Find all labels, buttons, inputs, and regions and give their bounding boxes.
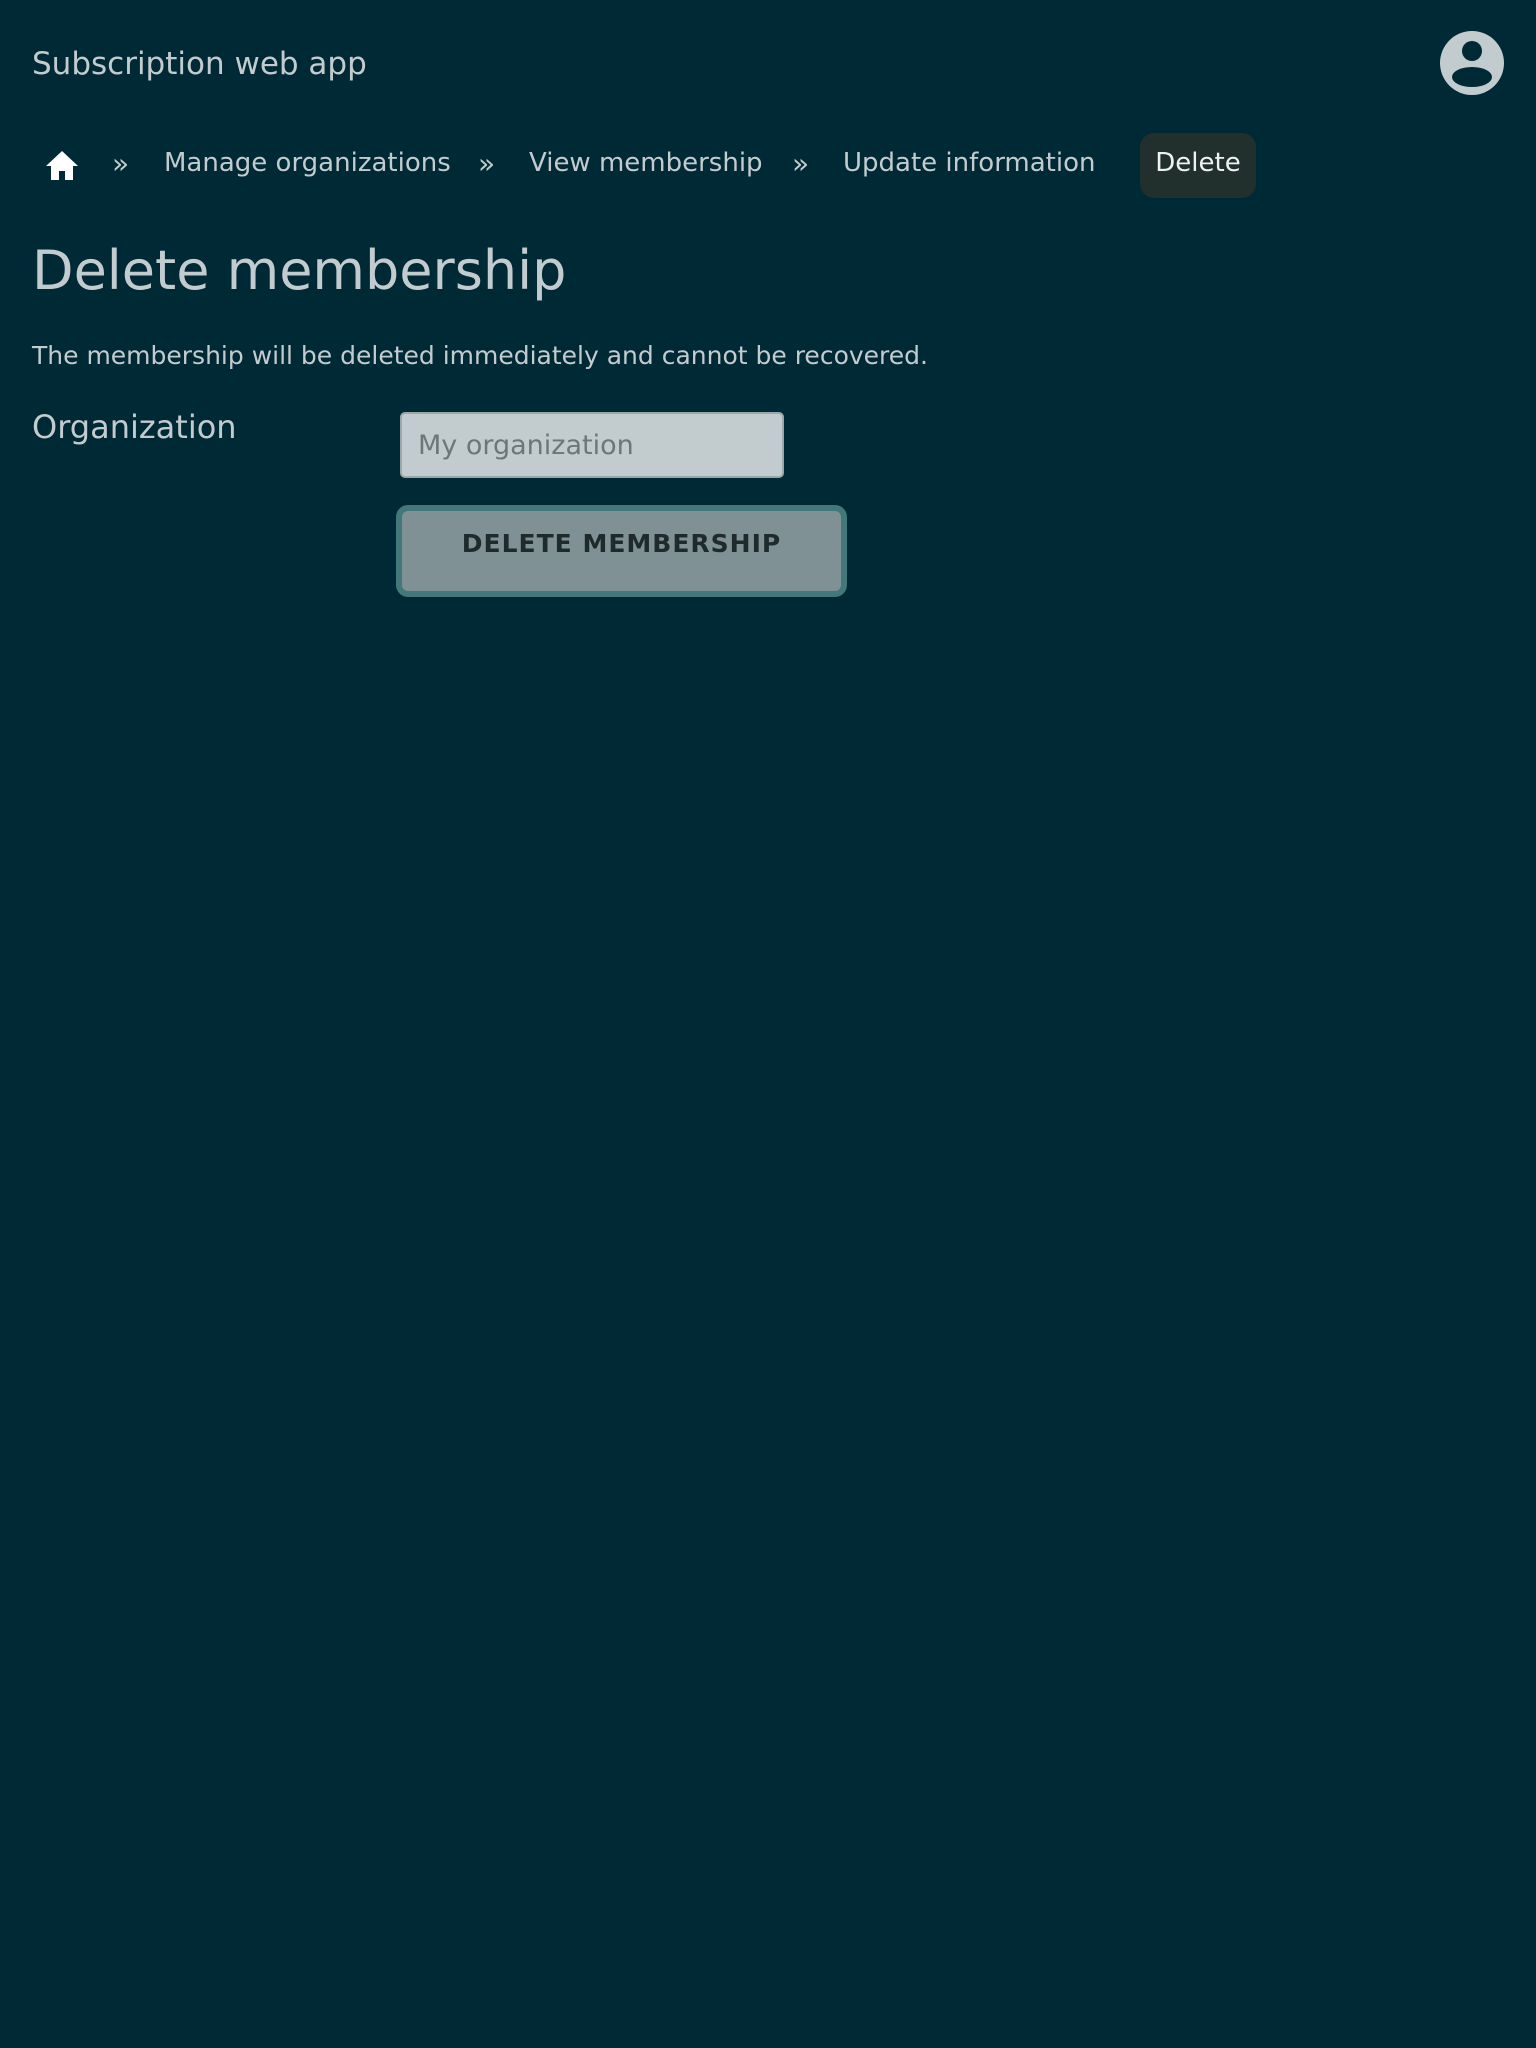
breadcrumb-update-information[interactable]: Update information (843, 133, 1095, 198)
breadcrumb-current-delete: Delete (1140, 133, 1256, 198)
breadcrumb-home-link[interactable] (44, 148, 80, 184)
home-icon (46, 151, 78, 180)
page-title: Delete membership (32, 239, 567, 302)
breadcrumb-view-membership[interactable]: View membership (529, 133, 763, 198)
app-title: Subscription web app (32, 46, 367, 82)
organization-input[interactable] (400, 412, 784, 478)
breadcrumb-manage-organizations[interactable]: Manage organizations (164, 133, 451, 198)
deletion-warning-text: The membership will be deleted immediate… (32, 341, 928, 370)
breadcrumb-separator: » (112, 147, 130, 180)
breadcrumb: » Manage organizations » View membership… (32, 133, 1272, 198)
user-circle-icon (1440, 31, 1504, 95)
organization-label: Organization (32, 408, 237, 446)
delete-membership-button[interactable]: DELETE MEMBERSHIP (396, 505, 847, 597)
user-avatar-button[interactable] (1440, 31, 1504, 95)
breadcrumb-separator: » (792, 147, 810, 180)
breadcrumb-separator: » (478, 147, 496, 180)
